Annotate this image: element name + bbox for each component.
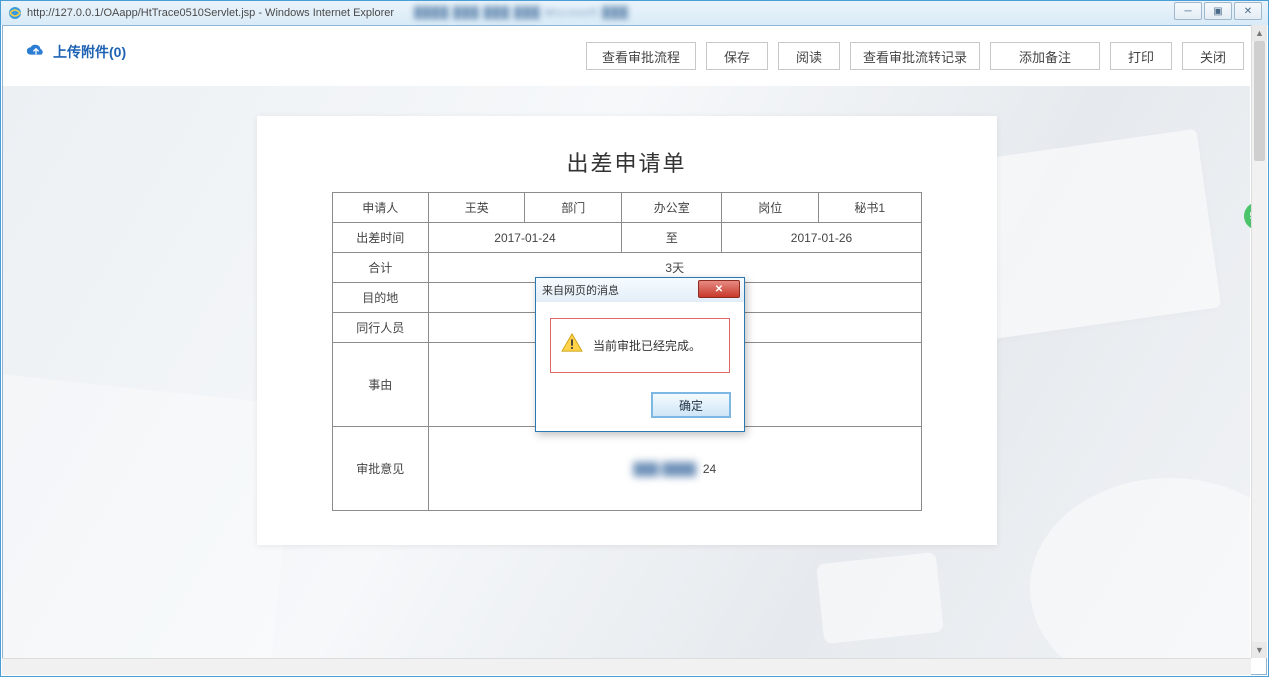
ok-button[interactable]: 确定 [652, 393, 730, 417]
toolbar: 上传附件(0) 查看审批流程 保存 阅读 查看审批流转记录 添加备注 打印 关闭 [3, 26, 1266, 86]
scroll-thumb[interactable] [1254, 41, 1265, 161]
add-note-button[interactable]: 添加备注 [990, 42, 1100, 70]
dialog-close-button[interactable]: ✕ [698, 280, 740, 298]
dialog-message: 当前审批已经完成。 [593, 337, 701, 354]
value-department: 办公室 [621, 193, 722, 223]
window-frame: http://127.0.0.1/OAapp/HtTrace0510Servle… [0, 0, 1269, 677]
view-flow-button[interactable]: 查看审批流程 [586, 42, 696, 70]
table-row: 出差时间 2017-01-24 至 2017-01-26 [332, 223, 921, 253]
table-row: 申请人 王英 部门 办公室 岗位 秘书1 [332, 193, 921, 223]
ie-icon [7, 5, 23, 21]
scroll-down-button[interactable]: ▼ [1252, 642, 1267, 658]
close-x-icon: ✕ [715, 284, 723, 295]
alert-dialog: 来自网页的消息 ✕ 当前审批已经完成。 确定 [535, 277, 745, 432]
dialog-title: 来自网页的消息 [542, 282, 619, 298]
label-position: 岗位 [722, 193, 818, 223]
message-box: 当前审批已经完成。 [550, 318, 730, 373]
label-destination: 目的地 [332, 283, 428, 313]
bg-shape [3, 372, 298, 658]
upload-label: 上传附件(0) [53, 42, 126, 62]
label-total: 合计 [332, 253, 428, 283]
horizontal-scrollbar[interactable] [2, 658, 1251, 675]
dialog-titlebar: 来自网页的消息 ✕ [536, 278, 744, 302]
bg-shape [816, 552, 944, 644]
label-trip-time: 出差时间 [332, 223, 428, 253]
dialog-body: 当前审批已经完成。 [536, 302, 744, 383]
value-applicant: 王英 [428, 193, 524, 223]
view-records-button[interactable]: 查看审批流转记录 [850, 42, 980, 70]
label-applicant: 申请人 [332, 193, 428, 223]
maximize-button[interactable]: ▣ [1204, 2, 1232, 20]
save-button[interactable]: 保存 [706, 42, 768, 70]
approval-hint: 24 [703, 462, 716, 476]
obscured-titlebar-text: ████ ███ ███ ███ Microsoft ███ [414, 7, 629, 19]
window-controls: ─ ▣ ✕ [1174, 0, 1268, 20]
value-end-date: 2017-01-26 [722, 223, 921, 253]
label-reason: 事由 [332, 343, 428, 427]
label-to: 至 [621, 223, 722, 253]
label-companions: 同行人员 [332, 313, 428, 343]
scroll-up-button[interactable]: ▲ [1252, 25, 1267, 41]
value-start-date: 2017-01-24 [428, 223, 621, 253]
value-approval-opinion: ███ ████ 24 [428, 427, 921, 511]
print-button[interactable]: 打印 [1110, 42, 1172, 70]
cloud-upload-icon [25, 43, 47, 62]
titlebar: http://127.0.0.1/OAapp/HtTrace0510Servle… [1, 1, 1268, 25]
table-row: 审批意见 ███ ████ 24 [332, 427, 921, 511]
vertical-scrollbar[interactable]: ▲ ▼ [1251, 25, 1267, 658]
form-title: 出差申请单 [257, 146, 997, 178]
close-button[interactable]: 关闭 [1182, 42, 1244, 70]
minimize-button[interactable]: ─ [1174, 2, 1202, 20]
label-approval-opinion: 审批意见 [332, 427, 428, 511]
warning-icon [561, 333, 583, 358]
window-close-button[interactable]: ✕ [1234, 2, 1262, 20]
window-title: http://127.0.0.1/OAapp/HtTrace0510Servle… [27, 7, 394, 19]
bg-shape [1030, 478, 1250, 658]
label-department: 部门 [525, 193, 621, 223]
value-position: 秘书1 [818, 193, 921, 223]
upload-attachment-link[interactable]: 上传附件(0) [25, 42, 126, 62]
read-button[interactable]: 阅读 [778, 42, 840, 70]
dialog-footer: 确定 [536, 383, 744, 431]
